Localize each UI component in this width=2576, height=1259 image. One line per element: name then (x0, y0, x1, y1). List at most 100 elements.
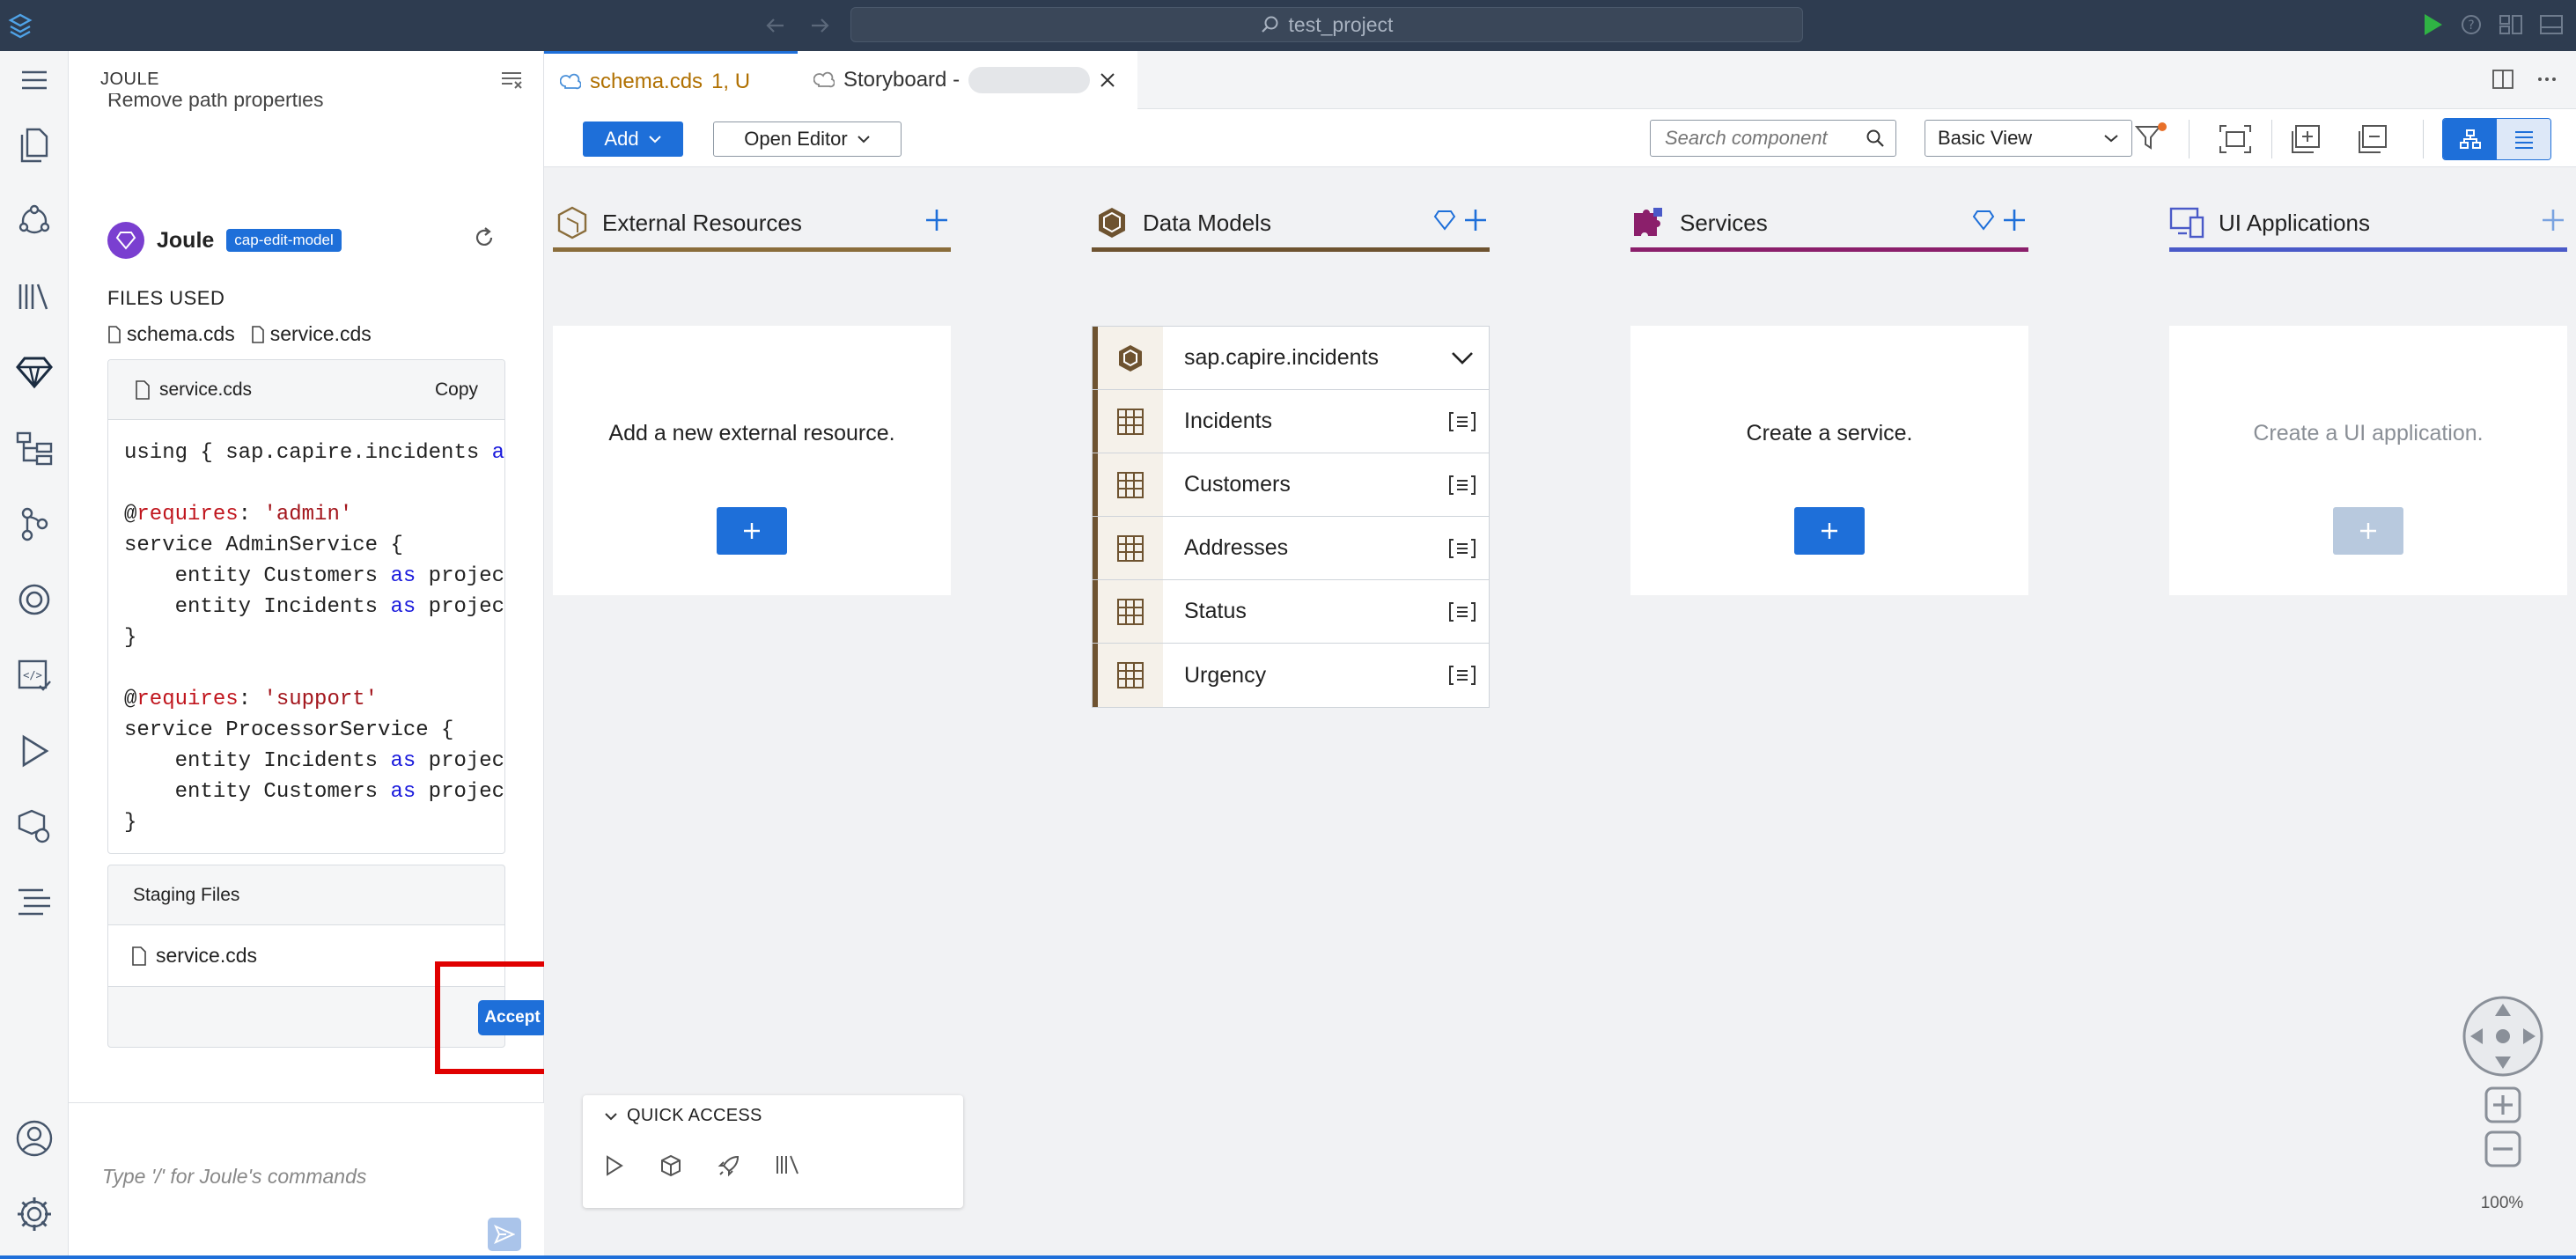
add-external-resource-button[interactable] (717, 507, 787, 555)
search-icon[interactable] (1866, 129, 1885, 148)
external-resource-icon (557, 206, 587, 239)
joule-gem-icon[interactable] (1433, 210, 1456, 231)
code-check-icon[interactable]: </> (12, 653, 56, 697)
zoom-level: 100% (2480, 1194, 2524, 1212)
joule-input-placeholder[interactable]: Type '/' for Joule's commands (102, 1165, 366, 1189)
namespace-row[interactable]: sap.capire.incidents (1093, 327, 1489, 390)
tab-storyboard[interactable]: Storyboard - (798, 51, 1137, 109)
entity-details-icon[interactable] (1436, 538, 1489, 559)
library-icon[interactable] (775, 1153, 801, 1178)
list-view-icon[interactable] (2497, 119, 2550, 159)
command-center[interactable]: test_project (850, 7, 1803, 42)
add-service-icon[interactable] (2002, 208, 2027, 232)
layout-icon[interactable] (2499, 13, 2523, 36)
help-icon[interactable]: ? (2460, 13, 2483, 36)
app-logo-icon (7, 12, 33, 39)
filter-icon[interactable] (2134, 121, 2169, 153)
add-ui-application-icon[interactable] (2541, 208, 2565, 232)
cube-icon[interactable] (659, 1153, 683, 1178)
account-icon[interactable] (12, 1116, 56, 1160)
fit-to-screen-icon[interactable] (2215, 120, 2256, 158)
forward-arrow-icon[interactable] (808, 14, 831, 37)
entity-row[interactable]: Incidents (1093, 390, 1489, 453)
file-icon (108, 325, 121, 343)
close-icon[interactable] (1099, 71, 1116, 89)
refresh-icon[interactable] (472, 225, 497, 250)
chevron-down-icon[interactable] (1436, 351, 1489, 365)
ui-applications-card: Create a UI application. (2169, 326, 2567, 595)
assistant-name: Joule (157, 227, 215, 253)
search-component[interactable] (1650, 120, 1896, 157)
entity-row[interactable]: Urgency (1093, 644, 1489, 707)
clear-chat-icon[interactable] (500, 70, 523, 90)
library-icon[interactable] (12, 275, 56, 319)
run-debug-icon[interactable] (12, 729, 56, 773)
view-select[interactable]: Basic View (1925, 120, 2132, 157)
add-button[interactable]: Add (583, 121, 683, 157)
entity-row[interactable]: Customers (1093, 453, 1489, 517)
namespace-icon (1119, 344, 1142, 372)
panel-toggle-icon[interactable] (2539, 13, 2564, 36)
entity-details-icon[interactable] (1436, 601, 1489, 622)
pan-navigation-icon[interactable] (2462, 995, 2544, 1078)
search-input[interactable] (1665, 127, 1866, 150)
layout-toggle[interactable] (2442, 118, 2551, 160)
services-puzzle-icon (1634, 208, 1662, 236)
ui-apps-empty-message: Create a UI application. (2253, 421, 2484, 445)
entity-table-icon (1117, 662, 1144, 688)
zoom-out-icon[interactable] (2484, 1130, 2521, 1167)
source-graph-icon[interactable] (12, 199, 56, 243)
entity-details-icon[interactable] (1436, 475, 1489, 496)
rocket-icon[interactable] (717, 1153, 741, 1178)
storyboard-icon (813, 71, 835, 88)
add-data-model-icon[interactable] (1463, 208, 1488, 232)
file-chip[interactable]: schema.cds (107, 322, 235, 346)
joule-panel: JOULE Remove path properties Joule cap-e… (69, 51, 639, 1259)
tab-schema-cds[interactable]: schema.cds 1, U (544, 51, 798, 109)
create-ui-application-button[interactable] (2333, 507, 2403, 555)
create-service-button[interactable] (1794, 507, 1865, 555)
back-arrow-icon[interactable] (764, 14, 787, 37)
search-icon (1261, 15, 1280, 34)
entity-table-icon (1117, 534, 1144, 562)
more-actions-icon[interactable] (2536, 69, 2558, 90)
joule-diamond-icon[interactable] (12, 350, 56, 394)
run-icon[interactable] (602, 1153, 625, 1178)
outline-list-icon[interactable] (12, 880, 56, 924)
entity-table-icon (1117, 598, 1144, 625)
hamburger-menu-icon[interactable] (12, 58, 56, 102)
open-editor-button[interactable]: Open Editor (713, 121, 902, 157)
expand-all-icon[interactable] (2285, 120, 2326, 158)
joule-input-area[interactable]: Type '/' for Joule's commands (69, 1102, 544, 1259)
copy-button[interactable]: Copy (435, 379, 478, 401)
send-icon[interactable] (488, 1218, 521, 1251)
run-icon[interactable] (2421, 12, 2444, 37)
file-icon (251, 325, 264, 343)
settings-gear-icon[interactable] (12, 1192, 56, 1236)
status-bar-line (0, 1255, 2576, 1259)
collapse-all-icon[interactable] (2352, 120, 2393, 158)
joule-gem-icon[interactable] (1972, 210, 1995, 231)
svg-text:?: ? (2468, 18, 2474, 33)
zoom-in-icon[interactable] (2484, 1086, 2521, 1123)
add-external-resource-icon[interactable] (924, 208, 949, 232)
capire-icon[interactable] (12, 578, 56, 622)
data-models-list: sap.capire.incidents Incidents Customers… (1092, 326, 1490, 708)
diagram-view-icon[interactable] (2443, 119, 2497, 159)
explorer-icon[interactable] (12, 123, 56, 167)
split-editor-icon[interactable] (2491, 69, 2514, 90)
source-control-icon[interactable] (12, 502, 56, 546)
entity-row[interactable]: Addresses (1093, 517, 1489, 580)
services-empty-message: Create a service. (1746, 421, 1913, 445)
cds-file-icon (560, 73, 581, 89)
entity-details-icon[interactable] (1436, 411, 1489, 432)
deploy-icon[interactable] (12, 805, 56, 849)
command-center-label: test_project (1288, 12, 1394, 36)
file-chip[interactable]: service.cds (251, 322, 372, 346)
namespace-label: sap.capire.incidents (1184, 345, 1379, 370)
entity-row[interactable]: Status (1093, 580, 1489, 644)
quick-access-toggle[interactable]: QUICK ACCESS (604, 1106, 762, 1126)
svg-text:</>: </> (23, 669, 42, 681)
hierarchy-icon[interactable] (12, 426, 56, 470)
entity-details-icon[interactable] (1436, 665, 1489, 686)
